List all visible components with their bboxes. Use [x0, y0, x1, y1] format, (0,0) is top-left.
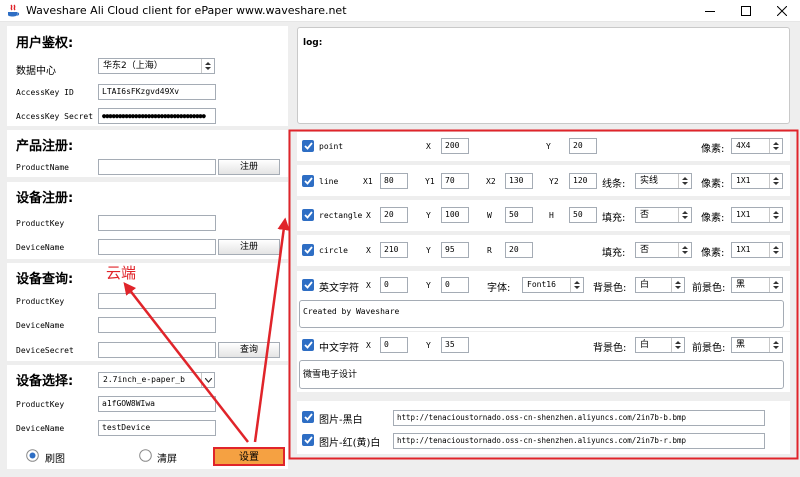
- arrow-to-options: [253, 217, 290, 443]
- arrow-to-cloud: [123, 282, 249, 443]
- cloud-annotation-label: 云端: [106, 264, 136, 282]
- annotation-overlay: 云端: [106, 129, 799, 460]
- draw-options-highlight: [288, 129, 799, 460]
